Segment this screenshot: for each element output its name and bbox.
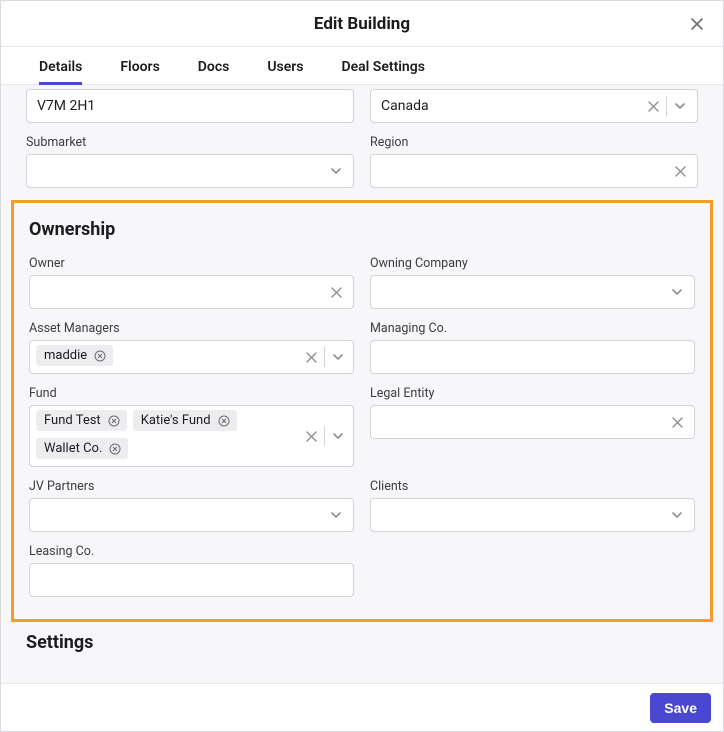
chevron-down-icon [332,351,344,363]
clients-label: Clients [370,479,695,494]
owning-company-chevron[interactable] [666,281,688,303]
asset-managers-label: Asset Managers [29,321,354,336]
submarket-label: Submarket [26,135,354,150]
tab-bar: Details Floors Docs Users Deal Settings [1,47,723,85]
chip-remove[interactable] [217,414,231,428]
leasing-co-label: Leasing Co. [29,544,354,559]
managing-co-input[interactable] [370,340,695,374]
tab-deal-settings[interactable]: Deal Settings [342,59,425,84]
owner-select[interactable] [29,275,354,309]
managing-co-label: Managing Co. [370,321,695,336]
dialog-header: Edit Building [1,1,723,47]
divider [666,96,667,116]
settings-title: Settings [11,622,713,657]
country-select[interactable]: Canada [370,89,698,123]
legal-entity-select[interactable] [370,405,695,439]
region-label: Region [370,135,698,150]
chip-label: Katie's Fund [141,413,211,428]
region-select[interactable] [370,154,698,188]
owner-clear[interactable] [325,281,347,303]
x-icon [648,101,659,112]
x-circle-icon [109,443,121,455]
legal-entity-label: Legal Entity [370,386,695,401]
chip-remove[interactable] [93,349,107,363]
jv-partners-label: JV Partners [29,479,354,494]
x-circle-icon [218,415,230,427]
chevron-down-icon [674,100,686,112]
postal-value: V7M 2H1 [37,98,347,114]
fund-multiselect[interactable]: Fund Test Katie's Fund Wal [29,405,354,467]
ownership-section: Ownership Owner Owning Company [11,200,713,622]
x-icon [306,352,317,363]
divider [324,347,325,367]
x-icon [331,287,342,298]
edit-building-dialog: Edit Building Details Floors Docs Users … [0,0,724,732]
tab-users[interactable]: Users [267,59,303,84]
dialog-body: V7M 2H1 Canada Submarket [1,85,723,683]
chip-remove[interactable] [108,442,122,456]
x-icon [672,417,683,428]
x-icon [675,166,686,177]
fund-label: Fund [29,386,354,401]
dialog-title: Edit Building [314,14,410,34]
dialog-footer: Save [1,683,723,731]
country-clear[interactable] [642,95,664,117]
chevron-down-icon [671,509,683,521]
fund-chip: Katie's Fund [133,410,237,431]
clients-chevron[interactable] [666,504,688,526]
x-icon [306,431,317,442]
jv-partners-chevron[interactable] [325,504,347,526]
chevron-down-icon [332,430,344,442]
chip-label: maddie [44,348,87,363]
owning-company-label: Owning Company [370,256,695,271]
chevron-down-icon [330,509,342,521]
save-button[interactable]: Save [650,693,711,723]
divider [324,426,325,446]
close-icon [689,16,705,32]
tab-docs[interactable]: Docs [198,59,230,84]
postal-input[interactable]: V7M 2H1 [26,89,354,123]
chevron-down-icon [671,286,683,298]
owner-label: Owner [29,256,354,271]
jv-partners-select[interactable] [29,498,354,532]
asset-managers-clear[interactable] [300,346,322,368]
close-button[interactable] [683,10,711,38]
fund-chip: Wallet Co. [36,438,128,459]
country-chevron[interactable] [669,95,691,117]
asset-manager-chip: maddie [36,345,113,366]
tab-details[interactable]: Details [39,59,82,84]
tab-floors[interactable]: Floors [120,59,159,84]
asset-managers-multiselect[interactable]: maddie [29,340,354,374]
asset-managers-chevron[interactable] [327,346,349,368]
fund-chip: Fund Test [36,410,127,431]
submarket-select[interactable] [26,154,354,188]
owning-company-select[interactable] [370,275,695,309]
leasing-co-input[interactable] [29,563,354,597]
chip-label: Fund Test [44,413,101,428]
submarket-chevron[interactable] [325,160,347,182]
fund-clear[interactable] [300,425,322,447]
x-circle-icon [108,415,120,427]
chip-label: Wallet Co. [44,441,102,456]
chip-remove[interactable] [107,414,121,428]
chevron-down-icon [330,165,342,177]
country-value: Canada [381,98,642,114]
legal-entity-clear[interactable] [666,411,688,433]
fund-chevron[interactable] [327,425,349,447]
region-clear[interactable] [669,160,691,182]
x-circle-icon [94,350,106,362]
ownership-title: Ownership [14,203,710,244]
clients-select[interactable] [370,498,695,532]
